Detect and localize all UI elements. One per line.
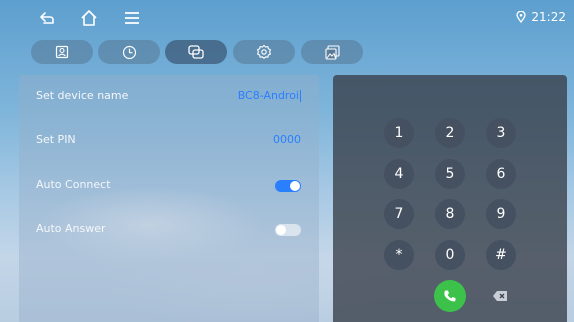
- settings-icon: [256, 44, 272, 60]
- auto-connect-row: Auto Connect: [19, 170, 319, 202]
- device-name-field[interactable]: BC8-Androi: [238, 89, 301, 102]
- tab-settings[interactable]: [233, 40, 295, 64]
- status-bar: 21:22: [0, 0, 574, 36]
- tab-transfer[interactable]: [165, 40, 227, 64]
- gallery-icon: [324, 44, 340, 60]
- location-icon: [516, 11, 527, 23]
- dial-keypad: 1 2 3 4 5 6 7 8 9 * 0 #: [333, 75, 567, 322]
- pin-label: Set PIN: [36, 133, 76, 146]
- device-name-label: Set device name: [36, 89, 129, 102]
- tab-gallery[interactable]: [301, 40, 363, 64]
- auto-answer-row: Auto Answer: [19, 214, 319, 246]
- key-0[interactable]: 0: [435, 240, 465, 270]
- tab-recents[interactable]: [98, 40, 160, 64]
- phone-icon: [444, 290, 456, 302]
- key-3[interactable]: 3: [486, 118, 516, 148]
- backspace-icon[interactable]: [492, 290, 508, 302]
- back-icon[interactable]: [38, 9, 56, 27]
- menu-icon[interactable]: [123, 9, 141, 27]
- auto-answer-toggle[interactable]: [275, 224, 301, 236]
- key-5[interactable]: 5: [435, 159, 465, 189]
- transfer-icon: [188, 45, 204, 59]
- clock: 21:22: [531, 10, 566, 24]
- device-name-row[interactable]: Set device name BC8-Androi: [19, 81, 319, 113]
- screen: 21:22 Set device name BC8-Androi Set PIN…: [0, 0, 574, 322]
- toggle-knob: [276, 225, 286, 235]
- settings-panel: Set device name BC8-Androi Set PIN 0000 …: [19, 75, 319, 322]
- contacts-icon: [55, 45, 69, 59]
- key-4[interactable]: 4: [384, 159, 414, 189]
- tab-bar: [0, 40, 574, 64]
- key-hash[interactable]: #: [486, 240, 516, 270]
- key-9[interactable]: 9: [486, 199, 516, 229]
- text-cursor: [300, 90, 301, 102]
- auto-answer-label: Auto Answer: [36, 222, 106, 235]
- home-icon[interactable]: [80, 9, 98, 27]
- auto-connect-toggle[interactable]: [275, 180, 301, 192]
- key-1[interactable]: 1: [384, 118, 414, 148]
- auto-connect-label: Auto Connect: [36, 178, 111, 191]
- key-2[interactable]: 2: [435, 118, 465, 148]
- device-name-value: BC8-Androi: [237, 89, 299, 102]
- key-8[interactable]: 8: [435, 199, 465, 229]
- status-right: 21:22: [516, 10, 566, 24]
- call-button[interactable]: [434, 280, 466, 312]
- pin-row[interactable]: Set PIN 0000: [19, 125, 319, 157]
- key-star[interactable]: *: [384, 240, 414, 270]
- tab-contacts[interactable]: [31, 40, 93, 64]
- key-7[interactable]: 7: [384, 199, 414, 229]
- recents-icon: [122, 45, 136, 59]
- key-6[interactable]: 6: [486, 159, 516, 189]
- toggle-knob: [290, 181, 300, 191]
- pin-field[interactable]: 0000: [273, 133, 301, 146]
